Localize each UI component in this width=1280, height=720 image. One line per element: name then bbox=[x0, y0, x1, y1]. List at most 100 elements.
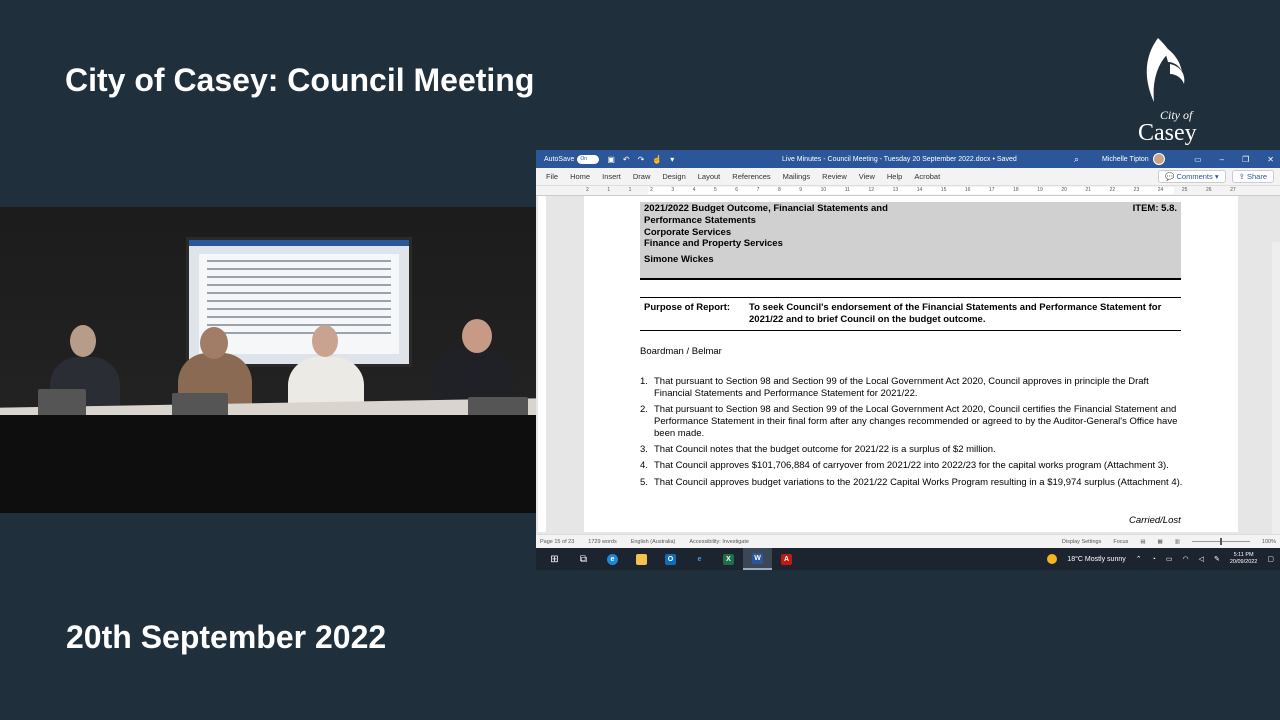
read-mode-icon[interactable]: ▤ bbox=[1140, 539, 1145, 545]
web-layout-icon[interactable]: ▥ bbox=[1175, 539, 1180, 545]
list-number: 4. bbox=[640, 460, 648, 472]
council-table bbox=[0, 415, 536, 513]
search-icon[interactable]: ⌕ bbox=[1074, 154, 1079, 165]
tab-design[interactable]: Design bbox=[662, 172, 697, 181]
ruler-tick-label: 18 bbox=[1013, 187, 1019, 193]
horizontal-ruler[interactable]: 2 1 1 2 3 4 5 6 7 8 9 10 11 12 13 14 15 16 17 18 19 20 21 22 23 2… bbox=[536, 186, 1280, 196]
avatar[interactable] bbox=[1152, 153, 1165, 165]
list-number: 5. bbox=[640, 476, 648, 488]
ruler-tick-label: 24 bbox=[1157, 187, 1164, 193]
outlook-icon[interactable]: O bbox=[656, 548, 685, 570]
notifications-icon[interactable]: ▢ bbox=[1267, 555, 1274, 563]
report-title-line: 2021/2022 Budget Outcome, Financial Stat… bbox=[644, 203, 888, 214]
ruler-tick-label: 1 bbox=[628, 187, 632, 193]
word-count[interactable]: 1729 words bbox=[588, 539, 616, 545]
list-item: 1. That pursuant to Section 98 and Sectio… bbox=[640, 376, 1188, 400]
item-number: ITEM: 5.8. bbox=[1132, 203, 1177, 214]
ruler-tick-label: 3 bbox=[671, 187, 675, 193]
edge-icon[interactable]: e bbox=[598, 548, 627, 570]
tab-insert[interactable]: Insert bbox=[602, 172, 633, 181]
tab-file[interactable]: File bbox=[546, 172, 570, 181]
user-account[interactable]: Michelle Tipton bbox=[1102, 153, 1165, 165]
ruler-tick-label: 22 bbox=[1109, 187, 1116, 193]
accessibility-status[interactable]: Accessibility: Investigate bbox=[689, 539, 749, 545]
wifi-icon[interactable]: ◠ bbox=[1182, 555, 1188, 563]
battery-icon[interactable]: ▭ bbox=[1166, 555, 1173, 563]
excel-icon[interactable]: X bbox=[714, 548, 743, 570]
councillor-head bbox=[70, 325, 96, 357]
comments-label: Comments bbox=[1176, 172, 1213, 181]
weather-sun-icon[interactable] bbox=[1047, 554, 1058, 564]
casey-logo-mark-icon bbox=[1146, 38, 1185, 102]
report-header: 2021/2022 Budget Outcome, Financial Stat… bbox=[640, 202, 1181, 280]
print-layout-icon[interactable]: ▦ bbox=[1158, 539, 1163, 545]
zoom-level[interactable]: 100% bbox=[1262, 539, 1276, 545]
clock-date: 20/09/2022 bbox=[1229, 559, 1258, 565]
acrobat-icon[interactable]: A bbox=[772, 548, 801, 570]
word-window: AutoSave On ▣ ↶ ↷ ☝ ▾ Live Minutes - Cou… bbox=[536, 150, 1280, 570]
logo-text-casey: Casey bbox=[1138, 120, 1197, 146]
redo-icon[interactable]: ↷ bbox=[638, 155, 645, 164]
restore-icon[interactable]: ❐ bbox=[1242, 155, 1249, 164]
system-tray: 18°C Mostly sunny ⌃ ◔ ▭ ◠ ◁ ✎ 5:11 PM 20… bbox=[1047, 552, 1280, 566]
ruler-tick-label: 17 bbox=[989, 187, 995, 193]
focus-button[interactable]: Focus bbox=[1113, 539, 1128, 545]
file-explorer-icon[interactable] bbox=[627, 548, 656, 570]
ruler-tick-label: 25 bbox=[1181, 187, 1188, 193]
autosave-label: AutoSave bbox=[544, 155, 575, 163]
volume-icon[interactable]: ◁ bbox=[1199, 555, 1204, 563]
share-button[interactable]: ⇪ Share bbox=[1231, 170, 1274, 183]
system-clock[interactable]: 5:11 PM 20/09/2022 bbox=[1230, 552, 1258, 566]
list-item: 4. That Council approves $101,706,884 of … bbox=[640, 460, 1188, 472]
tab-draw[interactable]: Draw bbox=[633, 172, 663, 181]
tab-layout[interactable]: Layout bbox=[698, 172, 733, 181]
save-icon[interactable]: ▣ bbox=[607, 155, 615, 164]
vertical-scrollbar[interactable] bbox=[1272, 242, 1280, 570]
tab-references[interactable]: References bbox=[732, 172, 782, 181]
language[interactable]: English (Australia) bbox=[631, 539, 676, 545]
tab-review[interactable]: Review bbox=[822, 172, 859, 181]
ruler-tick-label: 15 bbox=[940, 187, 947, 193]
pen-icon[interactable]: ✎ bbox=[1214, 555, 1220, 563]
document-page[interactable]: 2021/2022 Budget Outcome, Financial Stat… bbox=[584, 196, 1238, 532]
mover-seconder: Boardman / Belmar bbox=[640, 346, 722, 357]
autosave-toggle[interactable]: On bbox=[577, 154, 600, 164]
minimize-icon[interactable]: – bbox=[1220, 155, 1224, 164]
document-title: Live Minutes - Council Meeting - Tuesday… bbox=[782, 156, 1017, 163]
chevron-up-icon[interactable]: ⌃ bbox=[1136, 555, 1142, 563]
network-icon[interactable]: ◔ bbox=[1152, 556, 1156, 563]
ruler-tick-label: 7 bbox=[756, 187, 760, 193]
meeting-camera-feed bbox=[0, 207, 536, 513]
tab-acrobat[interactable]: Acrobat bbox=[914, 172, 952, 181]
start-icon[interactable]: ⊞ bbox=[540, 548, 569, 570]
touch-mode-icon[interactable]: ☝ bbox=[652, 155, 662, 164]
tab-mailings[interactable]: Mailings bbox=[783, 172, 823, 181]
tab-help[interactable]: Help bbox=[887, 172, 914, 181]
zoom-slider[interactable] bbox=[1191, 538, 1250, 545]
internet-explorer-icon[interactable]: e bbox=[685, 548, 714, 570]
weather-text[interactable]: 18°C Mostly sunny bbox=[1067, 556, 1125, 563]
officer-head bbox=[462, 319, 492, 353]
display-settings-button[interactable]: Display Settings bbox=[1062, 539, 1101, 545]
tab-home[interactable]: Home bbox=[570, 172, 602, 181]
list-number: 3. bbox=[640, 443, 648, 455]
ruler-tick-label: 13 bbox=[892, 187, 899, 193]
autosave-control[interactable]: AutoSave On bbox=[544, 154, 600, 164]
tab-view[interactable]: View bbox=[859, 172, 887, 181]
close-icon[interactable]: ✕ bbox=[1267, 155, 1274, 164]
quick-access-toolbar: ▣ ↶ ↷ ☝ ▾ bbox=[607, 155, 674, 164]
report-department: Finance and Property Services bbox=[644, 238, 783, 250]
word-taskbar-icon[interactable]: W bbox=[743, 548, 772, 570]
task-view-icon[interactable]: ⧉ bbox=[569, 548, 598, 570]
undo-icon[interactable]: ↶ bbox=[623, 155, 630, 164]
customize-toolbar-icon[interactable]: ▾ bbox=[670, 155, 674, 164]
list-item: 2. That pursuant to Section 98 and Sectio… bbox=[640, 404, 1188, 439]
ribbon-display-icon[interactable]: ▭ bbox=[1194, 155, 1202, 164]
city-of-casey-logo: City of Casey bbox=[1136, 36, 1212, 148]
vertical-ruler[interactable] bbox=[538, 196, 546, 532]
ruler-tick-label: 1 bbox=[607, 187, 611, 193]
ruler-tick-label: 8 bbox=[777, 187, 781, 193]
list-text: That Council approves $101,706,884 of ca… bbox=[654, 460, 1169, 472]
page-count[interactable]: Page 15 of 23 bbox=[540, 539, 574, 545]
comments-button[interactable]: 💬 Comments ▾ bbox=[1158, 170, 1226, 183]
